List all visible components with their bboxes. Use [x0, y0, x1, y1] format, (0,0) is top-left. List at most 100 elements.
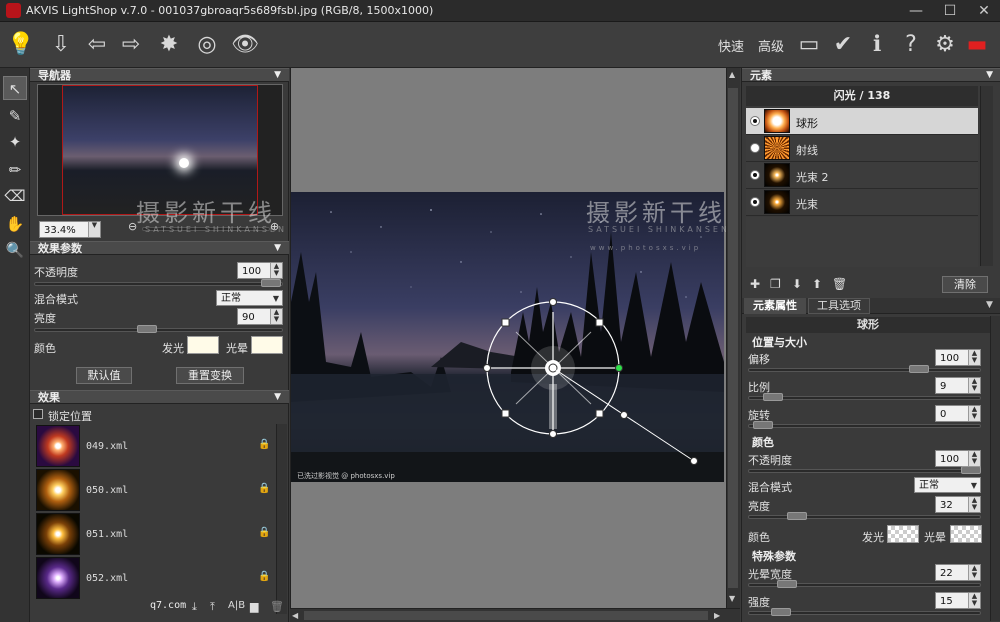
lock-icon[interactable]: 🔒 [258, 439, 270, 450]
glow-color-swatch[interactable] [187, 336, 219, 354]
element-row-beam2[interactable]: 光束 2 [746, 162, 978, 189]
stepper-icon[interactable]: ▲ ▼ [968, 350, 980, 365]
zoom-value-field[interactable]: 33.4% ▼ [39, 221, 101, 238]
download-icon[interactable]: ⤓ [192, 600, 197, 614]
stepper-icon[interactable]: ▲ ▼ [968, 565, 980, 580]
minimize-button[interactable]: — [904, 2, 928, 20]
move-down-icon[interactable]: ⬇ [792, 277, 802, 291]
default-values-button[interactable]: 默认值 [76, 367, 132, 384]
stepper-icon[interactable]: ▲ ▼ [968, 497, 980, 512]
el-blend-select[interactable]: 正常 ▼ [914, 477, 981, 493]
stepper-icon[interactable]: ▲ ▼ [968, 451, 980, 466]
list-item[interactable]: 052.xml 🔒 [30, 556, 276, 600]
list-item[interactable]: 050.xml 🔒 [30, 468, 276, 512]
scale-field[interactable]: 9 ▲ ▼ [935, 377, 981, 394]
lock-icon[interactable]: 🔒 [258, 483, 270, 494]
brightness-field[interactable]: 90 ▲ ▼ [237, 308, 283, 325]
brightness-slider[interactable] [34, 325, 283, 333]
stepper-icon[interactable]: ▲ ▼ [968, 593, 980, 608]
effect-params-header[interactable]: 效果参数 ▼ [30, 241, 289, 255]
info-icon[interactable]: ℹ [862, 30, 892, 60]
intensity-slider[interactable] [748, 608, 981, 616]
scale-slider[interactable] [748, 393, 981, 401]
magic-wand-icon[interactable]: ✦ [3, 130, 27, 154]
scale-slider-thumb[interactable] [763, 393, 783, 401]
zoom-dropdown-icon[interactable]: ▼ [88, 222, 100, 237]
offset-field[interactable]: 100 ▲ ▼ [935, 349, 981, 366]
quick-mode-button[interactable]: 快速 [718, 36, 744, 55]
add-element-tool-icon[interactable]: ✎ [3, 104, 27, 128]
reset-transform-button[interactable]: 重置变换 [176, 367, 244, 384]
scroll-right-icon[interactable]: ▶ [714, 611, 720, 620]
rotate-slider-thumb[interactable] [753, 421, 773, 429]
halo-width-slider-thumb[interactable] [777, 580, 797, 588]
intensity-slider-thumb[interactable] [771, 608, 791, 616]
lock-position-checkbox[interactable] [33, 409, 43, 419]
stepper-icon[interactable]: ▲ ▼ [270, 263, 282, 278]
brightness-slider-thumb[interactable] [137, 325, 157, 333]
scroll-down-icon[interactable]: ▼ [729, 594, 735, 603]
el-glow-color-swatch[interactable] [887, 525, 919, 543]
el-brightness-slider[interactable] [748, 512, 981, 520]
before-after-icon[interactable]: ▭ [794, 30, 824, 60]
move-up-icon[interactable]: ⬆ [812, 277, 822, 291]
lock-icon[interactable]: 🔒 [258, 571, 270, 582]
element-row-sphere[interactable]: 球形 [746, 108, 978, 135]
stepper-icon[interactable]: ▲ ▼ [968, 378, 980, 393]
el-brightness-slider-thumb[interactable] [787, 512, 807, 520]
photo-canvas[interactable]: 已洗过影视觉 @ photosxs.vip [291, 192, 724, 482]
delete-icon[interactable]: 🗑 [832, 277, 847, 291]
opacity-slider[interactable] [34, 279, 283, 287]
canvas-vertical-scrollbar[interactable]: ▲ ▼ [726, 68, 740, 608]
duplicate-icon[interactable]: ❐ [770, 277, 781, 291]
add-element-icon[interactable]: ✚ [750, 277, 760, 291]
scroll-thumb[interactable] [728, 88, 738, 588]
upload-icon[interactable]: ⤒ [210, 600, 215, 614]
element-row-rays[interactable]: 射线 [746, 135, 978, 162]
rotate-field[interactable]: 0 ▲ ▼ [935, 405, 981, 422]
visibility-radio[interactable] [750, 170, 760, 180]
elements-header[interactable]: 元素 ▼ [742, 68, 1000, 82]
trash-icon[interactable]: 🗑 [270, 600, 284, 613]
stepper-icon[interactable]: ▲ ▼ [968, 406, 980, 421]
intensity-field[interactable]: 15 ▲ ▼ [935, 592, 981, 609]
close-button[interactable]: ✕ [972, 2, 996, 20]
tab-element-props[interactable]: 元素属性 [744, 298, 806, 314]
settings-gear-icon[interactable]: ⚙ [930, 30, 960, 60]
clear-button[interactable]: 清除 [942, 276, 988, 293]
el-opacity-slider-thumb[interactable] [961, 466, 981, 474]
halo-width-slider[interactable] [748, 580, 981, 588]
visibility-radio[interactable] [750, 197, 760, 207]
brush-tool-icon[interactable]: ✏ [3, 158, 27, 182]
scroll-h-thumb[interactable] [304, 611, 708, 620]
notification-icon[interactable]: ▬ [962, 30, 992, 60]
navigator-header[interactable]: 导航器 ▼ [30, 68, 289, 82]
apply-check-icon[interactable]: ✔ [828, 30, 858, 60]
folder-icon[interactable]: ▆ [250, 600, 258, 613]
tab-tool-options[interactable]: 工具选项 [808, 298, 870, 314]
blend-mode-select[interactable]: 正常 ▼ [216, 290, 283, 306]
maximize-button[interactable]: ☐ [938, 2, 962, 20]
undo-arrow-icon[interactable]: ⇦ [82, 30, 112, 60]
el-halo-color-swatch[interactable] [950, 525, 982, 543]
effects-header[interactable]: 效果 ▼ [30, 390, 289, 404]
move-tool-icon[interactable]: ↖ [3, 76, 27, 100]
visibility-radio[interactable] [750, 116, 760, 126]
element-row-beam[interactable]: 光束 [746, 189, 978, 216]
effects-scrollbar[interactable] [276, 424, 287, 614]
list-item[interactable]: 049.xml 🔒 [30, 424, 276, 468]
open-file-icon[interactable]: ⇩ [46, 30, 76, 60]
el-opacity-slider[interactable] [748, 466, 981, 474]
opacity-field[interactable]: 100 ▲ ▼ [237, 262, 283, 279]
zoom-tool-icon[interactable]: 🔍 [3, 238, 27, 262]
halo-width-field[interactable]: 22 ▲ ▼ [935, 564, 981, 581]
eye-edit-icon[interactable]: 👁 [230, 30, 260, 60]
props-scrollbar[interactable] [990, 316, 1000, 621]
rotate-slider[interactable] [748, 421, 981, 429]
scroll-up-icon[interactable]: ▲ [729, 70, 735, 79]
target-icon[interactable]: ◎ [192, 30, 222, 60]
offset-slider-thumb[interactable] [909, 365, 929, 373]
opacity-slider-thumb[interactable] [261, 279, 281, 287]
collapse-icon[interactable]: ▼ [986, 300, 993, 310]
scroll-left-icon[interactable]: ◀ [292, 611, 298, 620]
